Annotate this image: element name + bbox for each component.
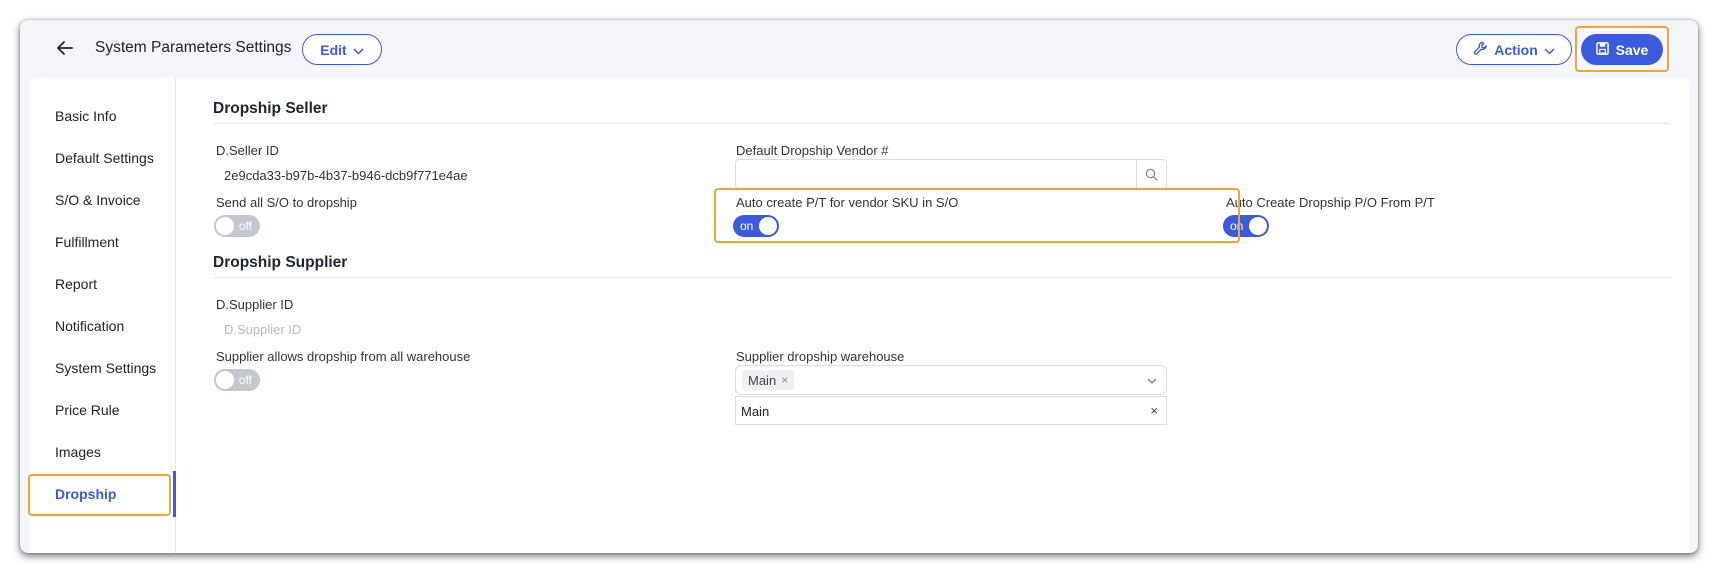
back-arrow-icon[interactable] [54,37,76,59]
section-title-dropship-seller: Dropship Seller [213,100,328,117]
tag-remove-icon[interactable]: × [781,373,788,387]
page-title: System Parameters Settings [95,39,292,56]
seller-id-value: 2e9cda33-b97b-4b37-b946-dcb9f771e4ae [224,168,468,183]
search-icon[interactable] [1136,160,1166,188]
warehouse-label: Supplier dropship warehouse [736,349,905,364]
action-button[interactable]: Action [1456,34,1572,65]
chevron-down-icon [1544,42,1555,58]
vendor-label: Default Dropship Vendor # [736,143,889,158]
save-button[interactable]: Save [1581,34,1663,65]
section-divider [213,277,1670,278]
allow-all-toggle-text: off [238,373,252,387]
seller-id-label: D.Seller ID [216,143,279,158]
edit-button-label: Edit [320,41,347,58]
sidebar-item-report[interactable]: Report [30,261,176,307]
sidebar-item-basic-info[interactable]: Basic Info [30,93,176,139]
sidebar-item-images[interactable]: Images [30,429,176,475]
toggle-knob [216,371,234,389]
warehouse-tag: Main × [742,370,795,390]
action-button-label: Action [1494,41,1538,58]
warehouse-select[interactable]: Main × [735,365,1167,395]
auto-pt-label: Auto create P/T for vendor SKU in S/O [736,195,959,210]
section-title-dropship-supplier: Dropship Supplier [213,254,348,271]
chevron-down-icon [1146,374,1158,386]
sidebar-item-dropship[interactable]: Dropship [30,471,176,517]
send-all-toggle-text: off [238,219,252,233]
supplier-id-placeholder: D.Supplier ID [224,322,302,337]
toggle-knob [1249,217,1267,235]
sidebar-item-default-settings[interactable]: Default Settings [30,135,176,181]
save-button-label: Save [1615,41,1649,58]
send-all-label: Send all S/O to dropship [216,195,357,210]
allow-all-toggle[interactable]: off [214,369,260,391]
sidebar-item-price-rule[interactable]: Price Rule [30,387,176,433]
sidebar: Basic Info Default Settings S/O & Invoic… [28,78,176,553]
section-divider [213,123,1670,124]
send-all-toggle[interactable]: off [214,215,260,237]
auto-pt-toggle[interactable]: on [733,215,779,237]
chevron-down-icon [353,42,364,58]
sidebar-item-notification[interactable]: Notification [30,303,176,349]
auto-po-toggle-text: on [1230,219,1244,233]
vendor-input[interactable] [736,160,1136,188]
supplier-id-label: D.Supplier ID [216,297,294,312]
warehouse-row-label: Main [741,404,770,419]
sidebar-item-fulfillment[interactable]: Fulfillment [30,219,176,265]
sidebar-item-so-invoice[interactable]: S/O & Invoice [30,177,176,223]
toggle-knob [759,217,777,235]
top-bar: System Parameters Settings Edit Action S… [20,20,1698,78]
edit-button[interactable]: Edit [302,34,382,65]
auto-po-label: Auto Create Dropship P/O From P/T [1226,195,1435,210]
wrench-icon [1473,41,1488,59]
vendor-search-field [735,159,1167,189]
settings-window: System Parameters Settings Edit Action S… [20,20,1698,553]
remove-icon[interactable]: × [1150,403,1158,418]
floppy-disk-icon [1595,41,1609,58]
allow-all-label: Supplier allows dropship from all wareho… [216,349,471,364]
main-content: Basic Info Default Settings S/O & Invoic… [28,78,1689,553]
toggle-knob [216,217,234,235]
warehouse-list-item[interactable]: Main × [735,396,1167,425]
auto-pt-toggle-text: on [740,219,754,233]
auto-po-toggle[interactable]: on [1223,215,1269,237]
sidebar-item-system-settings[interactable]: System Settings [30,345,176,391]
warehouse-tag-label: Main [748,372,777,388]
